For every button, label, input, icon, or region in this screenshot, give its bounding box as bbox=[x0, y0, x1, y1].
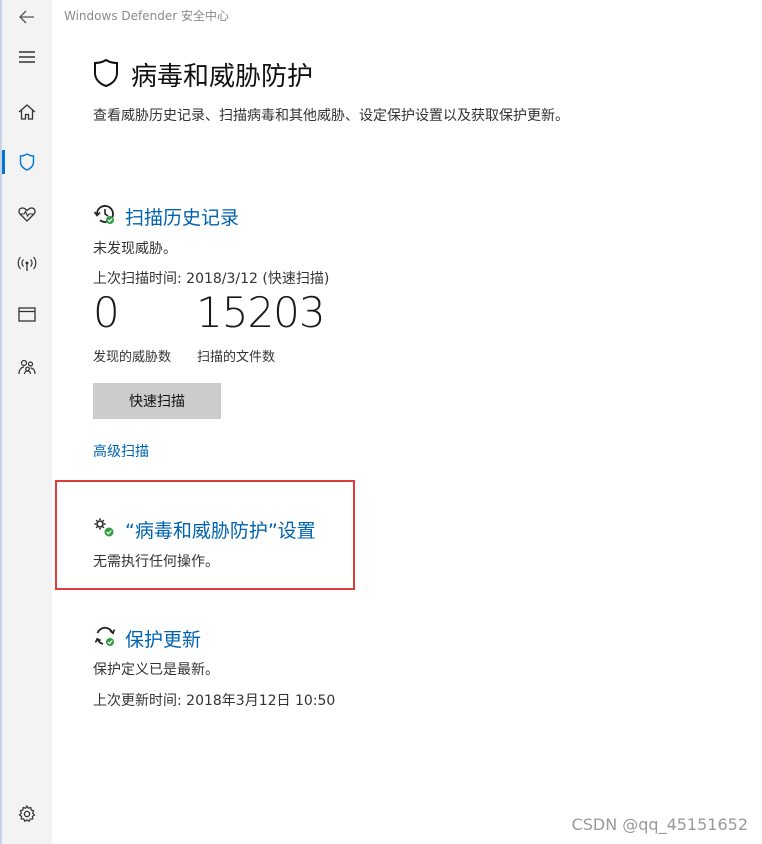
page-header: 病毒和威胁防护 bbox=[93, 56, 313, 93]
back-button[interactable] bbox=[2, 0, 52, 34]
protection-updates-link[interactable]: 保护更新 bbox=[125, 625, 201, 652]
wireless-icon bbox=[17, 256, 37, 272]
nav-home[interactable] bbox=[2, 95, 52, 129]
page-description: 查看威胁历史记录、扫描病毒和其他威胁、设定保护设置以及获取保护更新。 bbox=[93, 108, 569, 124]
update-refresh-icon bbox=[93, 624, 117, 652]
threats-found-label: 发现的威胁数 bbox=[93, 350, 172, 365]
nav-device-health[interactable] bbox=[2, 197, 52, 231]
protection-updates-status: 保护定义已是最新。 bbox=[93, 662, 219, 678]
menu-button[interactable] bbox=[2, 40, 52, 74]
threats-found-count: 0 bbox=[93, 288, 120, 337]
shield-outline-icon bbox=[93, 58, 119, 92]
menu-icon bbox=[18, 50, 36, 64]
advanced-scan-link[interactable]: 高级扫描 bbox=[93, 441, 149, 461]
files-scanned-label: 扫描的文件数 bbox=[197, 350, 276, 365]
last-scan-time: 上次扫描时间: 2018/3/12 (快速扫描) bbox=[93, 271, 330, 287]
browser-window-icon bbox=[18, 306, 36, 322]
nav-settings[interactable] bbox=[2, 797, 52, 831]
shield-icon bbox=[19, 153, 35, 171]
watermark: CSDN @qq_45151652 bbox=[571, 815, 748, 834]
settings-gear-icon bbox=[18, 805, 36, 823]
protection-settings-status: 无需执行任何操作。 bbox=[93, 554, 219, 570]
home-icon bbox=[18, 104, 36, 120]
protection-settings-header[interactable]: “病毒和威胁防护”设置 bbox=[93, 516, 316, 543]
protection-settings-link[interactable]: “病毒和威胁防护”设置 bbox=[125, 516, 316, 543]
nav-family-options[interactable] bbox=[2, 350, 52, 384]
nav-virus-protection[interactable] bbox=[2, 145, 52, 179]
page-title: 病毒和威胁防护 bbox=[131, 62, 314, 92]
window-title: Windows Defender 安全中心 bbox=[64, 9, 229, 23]
scan-history-icon bbox=[93, 202, 117, 230]
nav-firewall-network[interactable] bbox=[2, 247, 52, 281]
settings-gears-icon bbox=[93, 517, 117, 543]
family-icon bbox=[17, 359, 37, 375]
quick-scan-button[interactable]: 快速扫描 bbox=[93, 383, 221, 419]
sidebar bbox=[0, 0, 52, 844]
last-update-time: 上次更新时间: 2018年3月12日 10:50 bbox=[93, 693, 336, 709]
scan-status: 未发现威胁。 bbox=[93, 241, 177, 257]
nav-app-browser[interactable] bbox=[2, 297, 52, 331]
back-arrow-icon bbox=[19, 10, 35, 24]
scan-history-link[interactable]: 扫描历史记录 bbox=[125, 203, 239, 230]
scan-history-header[interactable]: 扫描历史记录 bbox=[93, 202, 239, 230]
heart-icon bbox=[18, 206, 36, 222]
protection-updates-header[interactable]: 保护更新 bbox=[93, 624, 201, 652]
files-scanned-count: 15203 bbox=[196, 288, 326, 337]
